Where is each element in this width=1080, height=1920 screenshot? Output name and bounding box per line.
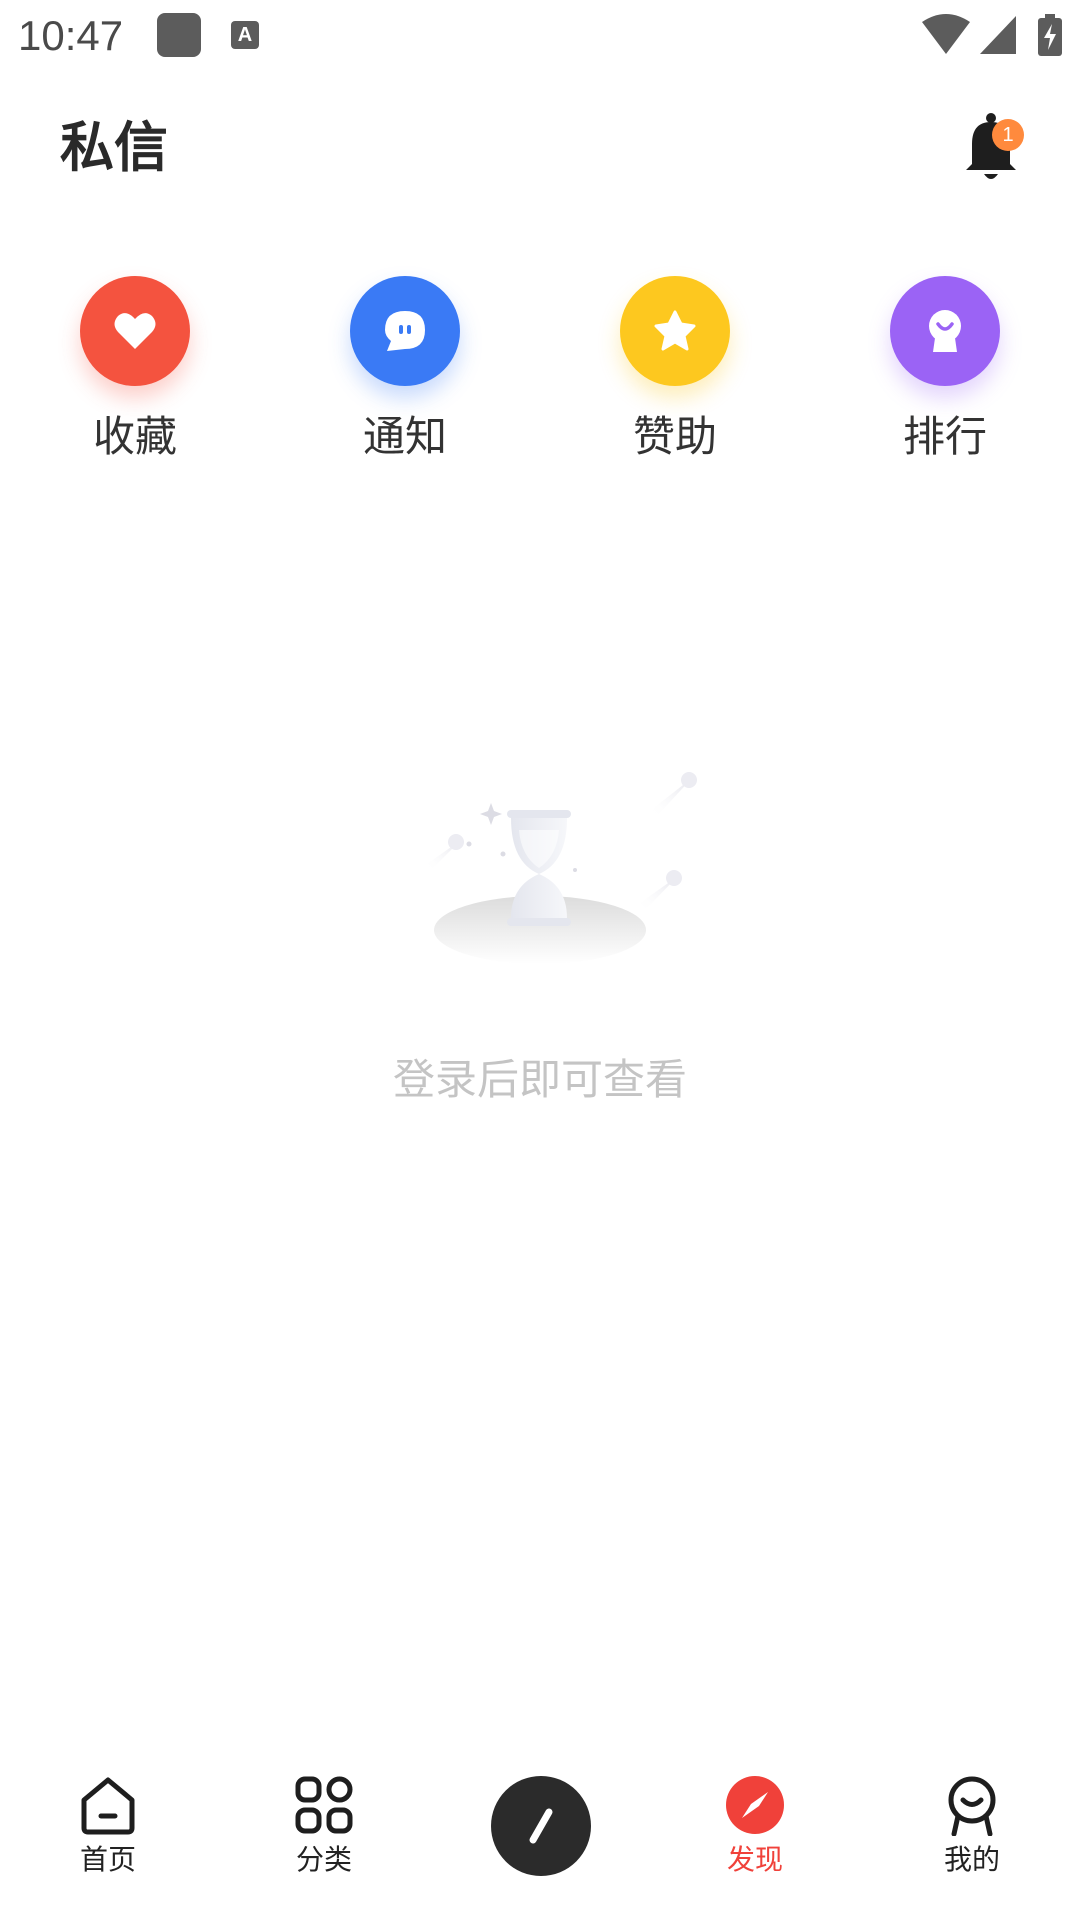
nav-label: 发现 xyxy=(726,1843,783,1876)
star-icon xyxy=(620,276,730,386)
quick-actions: 收藏 通知 赞助 排行 xyxy=(0,276,1080,476)
quick-action-label: 收藏 xyxy=(92,412,177,461)
compass-icon xyxy=(726,1776,784,1834)
notification-badge: 1 xyxy=(992,119,1024,151)
status-time: 10:47 xyxy=(18,12,124,59)
quick-action-label: 排行 xyxy=(902,412,987,461)
app-square-icon xyxy=(157,13,201,57)
nav-label: 分类 xyxy=(295,1843,352,1876)
quick-action-label: 通知 xyxy=(362,412,447,461)
battery-charging-icon xyxy=(1038,14,1062,56)
heart-icon xyxy=(80,276,190,386)
create-button[interactable] xyxy=(491,1776,591,1876)
nav-item-profile[interactable]: 我的 xyxy=(912,1760,1032,1910)
grid-icon xyxy=(295,1776,353,1834)
home-icon xyxy=(81,1777,135,1835)
profile-icon xyxy=(948,1776,996,1836)
pen-icon xyxy=(529,1808,553,1844)
wifi-icon xyxy=(922,14,970,54)
quick-action-ranking[interactable]: 排行 xyxy=(855,276,1035,476)
quick-action-favorites[interactable]: 收藏 xyxy=(45,276,225,476)
keyboard-a-icon: A xyxy=(231,21,259,49)
hourglass-illustration xyxy=(427,772,697,964)
nav-label: 首页 xyxy=(79,1843,136,1876)
nav-label: 我的 xyxy=(943,1843,1000,1876)
quick-action-notifications[interactable]: 通知 xyxy=(315,276,495,476)
bottom-nav: 首页 分类 发现 我的 xyxy=(0,1760,1080,1920)
empty-state-message: 登录后即可查看 xyxy=(392,1055,687,1104)
nav-item-category[interactable]: 分类 xyxy=(264,1760,384,1910)
nav-item-home[interactable]: 首页 xyxy=(48,1760,168,1910)
quick-action-sponsor[interactable]: 赞助 xyxy=(585,276,765,476)
status-bar: 10:47 A xyxy=(0,0,1080,72)
quick-action-label: 赞助 xyxy=(632,412,717,461)
chat-bubble-icon xyxy=(350,276,460,386)
page-title: 私信 xyxy=(60,116,168,179)
signal-icon xyxy=(980,16,1016,54)
bell-icon[interactable] xyxy=(960,110,1030,186)
rank-badge-icon xyxy=(890,276,1000,386)
nav-item-discover[interactable]: 发现 xyxy=(695,1760,815,1910)
app-screen: 10:47 A 私信 1 收藏 通知 赞助 排行 登录后即可查看 首页 分类 发… xyxy=(0,0,1080,1920)
